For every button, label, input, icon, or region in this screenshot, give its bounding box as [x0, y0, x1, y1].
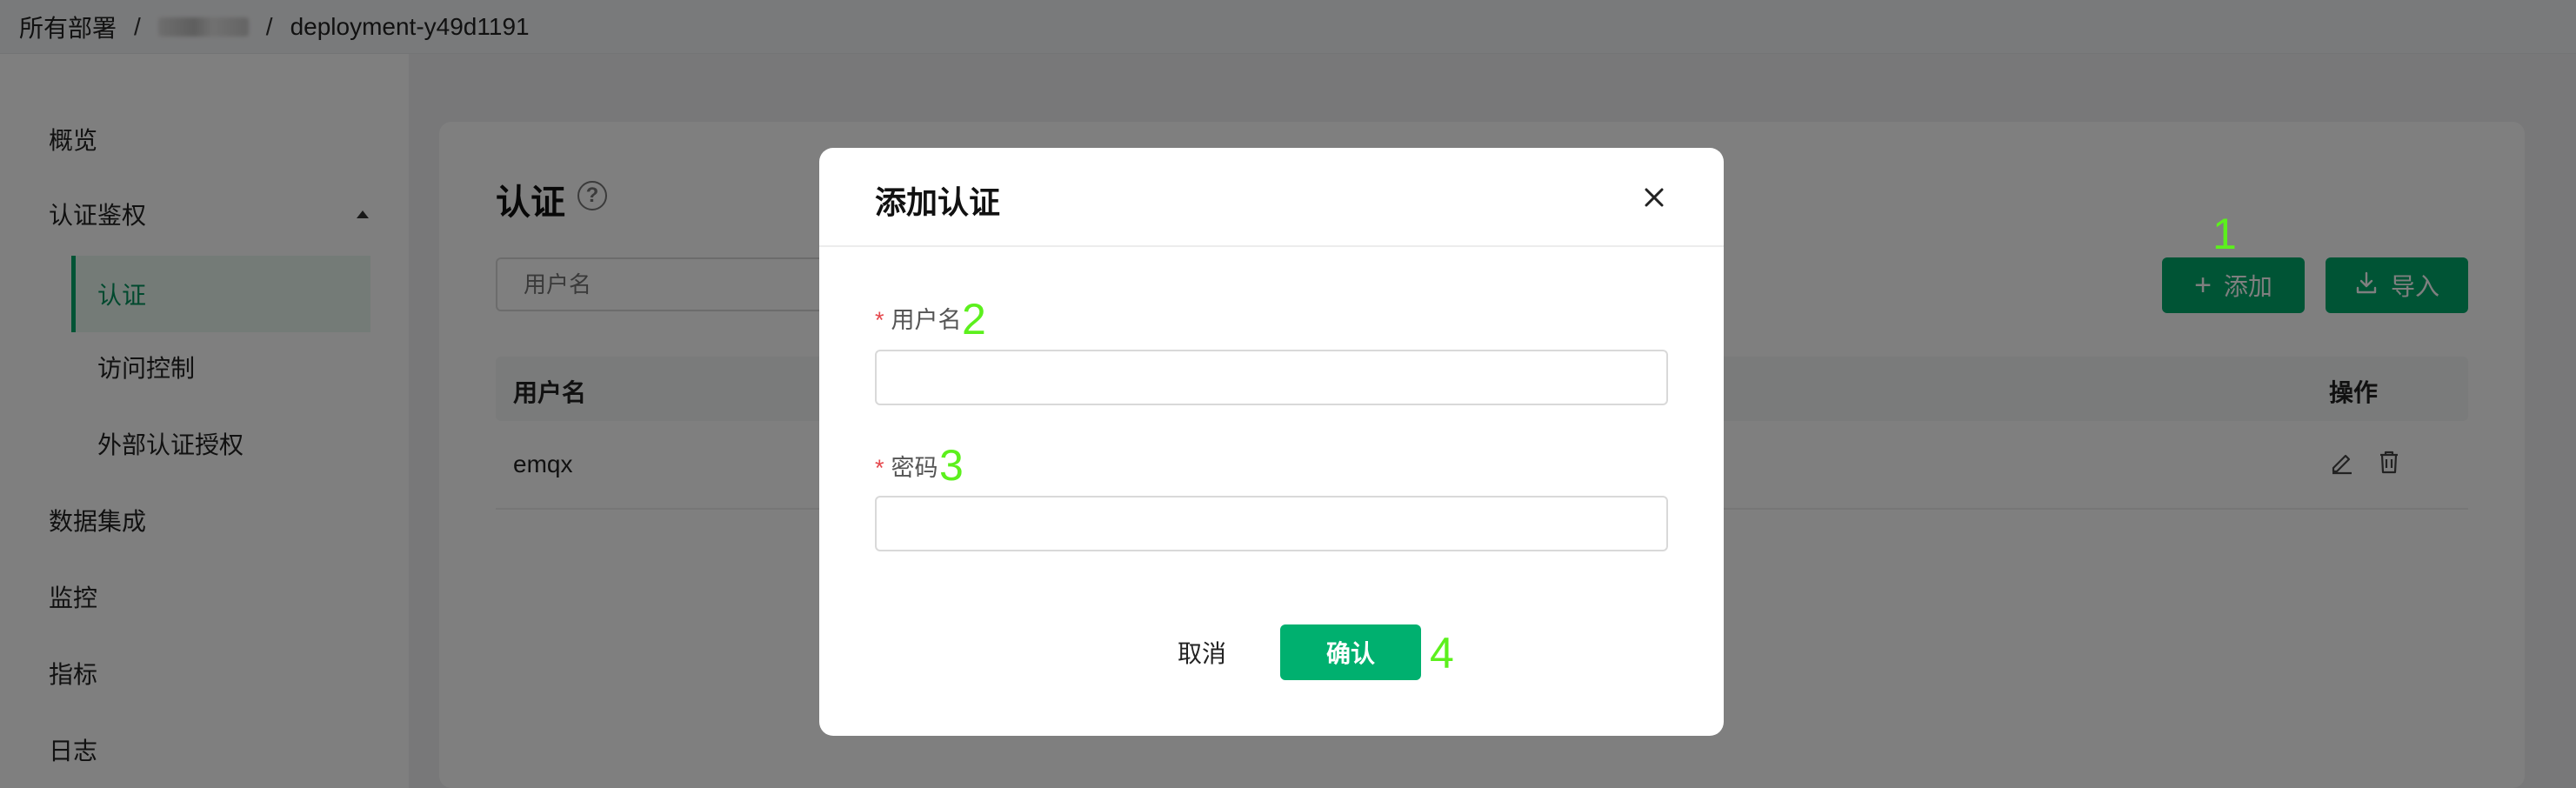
annotation-marker-4: 4 [1430, 629, 1454, 678]
confirm-button[interactable]: 确认 [1280, 624, 1421, 680]
dialog-divider [819, 245, 1724, 247]
required-mark: * [875, 455, 884, 481]
cancel-button[interactable]: 取消 [1150, 624, 1254, 680]
annotation-marker-2: 2 [962, 295, 986, 344]
annotation-marker-3: 3 [939, 441, 964, 490]
password-label-text: 密码 [891, 455, 938, 481]
dialog-title: 添加认证 [875, 184, 1001, 220]
close-icon[interactable] [1642, 181, 1666, 216]
username-label-text: 用户名 [891, 307, 962, 333]
required-mark: * [875, 307, 884, 333]
annotation-marker-1: 1 [2212, 210, 2237, 258]
username-label: * 用户名 [875, 301, 962, 335]
password-input[interactable] [875, 496, 1668, 551]
username-input[interactable] [875, 350, 1668, 405]
password-label: * 密码 [875, 449, 938, 483]
